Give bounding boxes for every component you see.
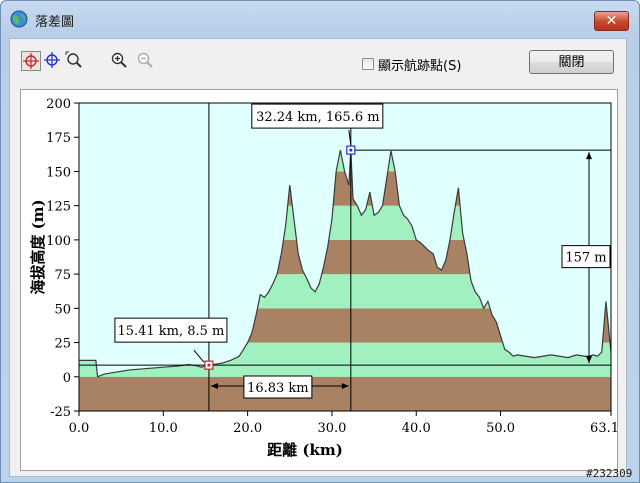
x-tick-label-5: 50.0 <box>486 421 515 436</box>
show-waypoints-label: 顯示航跡點(S) <box>378 58 462 74</box>
y-tick-label-6: 125 <box>46 200 71 215</box>
globe-icon <box>10 10 28 28</box>
marker-a-label: 15.41 km, 8.5 m <box>117 324 224 339</box>
x-tick-label-0: 0.0 <box>69 421 90 436</box>
y-tick-label-3: 50 <box>54 302 71 317</box>
y-tick-label-1: 0 <box>63 371 71 386</box>
zoom-out-tool[interactable] <box>136 51 156 71</box>
y-tick-label-4: 75 <box>54 268 71 283</box>
crosshair-blue-tool[interactable] <box>43 51 63 71</box>
marker-b-dot <box>349 148 353 152</box>
x-tick-label-3: 30.0 <box>317 421 346 436</box>
marker-a-dot <box>207 363 211 367</box>
x-tick-label-1: 10.0 <box>149 421 178 436</box>
y-tick-label-9: 200 <box>46 97 71 112</box>
zoom-region-icon <box>65 51 82 68</box>
y-tick-label-2: 25 <box>54 337 71 352</box>
marker-b-label: 32.24 km, 165.6 m <box>256 110 380 125</box>
watermark: #232309 <box>586 467 633 480</box>
window-title: 落差圖 <box>35 15 75 30</box>
height-diff-label: 157 m <box>565 251 606 266</box>
show-waypoints-checkbox[interactable] <box>362 58 374 70</box>
y-axis-label: 海拔高度 (m) <box>29 199 47 294</box>
crosshair-red-tool[interactable] <box>21 51 41 71</box>
chart-svg[interactable]: -25 0 25 50 75 100 125 150 175 200 0.0 10.0 20.0 30.0… <box>21 90 619 470</box>
profile-window: 落差圖 ✕ 顯示航跡點(S) 關閉 -25 0 25 50 75 100 125… <box>0 0 640 483</box>
title-bar[interactable]: 落差圖 ✕ <box>1 1 639 35</box>
zoom-region-tool[interactable] <box>65 51 85 71</box>
dialog-client: 顯示航跡點(S) 關閉 -25 0 25 50 75 100 125 150 175 200 0.0… <box>9 38 627 477</box>
x-axis-label: 距離 (km) <box>267 441 343 459</box>
x-tick-label-4: 40.0 <box>402 421 431 436</box>
zoom-out-icon <box>137 52 153 68</box>
zoom-in-tool[interactable] <box>110 51 130 71</box>
x-tick-label-2: 20.0 <box>233 421 262 436</box>
x-tick-label-6: 63.1 <box>590 421 617 436</box>
y-tick-label-8: 175 <box>46 131 71 146</box>
y-tick-label-5: 100 <box>46 234 71 249</box>
close-button[interactable]: 關閉 <box>529 50 614 74</box>
crosshair-red-icon <box>23 53 39 69</box>
y-tick-label-0: -25 <box>50 405 71 420</box>
crosshair-blue-icon <box>44 52 60 68</box>
elevation-chart[interactable]: -25 0 25 50 75 100 125 150 175 200 0.0 10.0 20.0 30.0… <box>20 89 619 471</box>
zoom-in-icon <box>111 52 127 68</box>
distance-label: 16.83 km <box>247 381 309 396</box>
show-waypoints-option[interactable]: 顯示航跡點(S) <box>362 56 462 74</box>
elevation-band-0 <box>79 376 611 411</box>
window-close-button[interactable]: ✕ <box>594 11 629 31</box>
y-tick-label-7: 150 <box>46 165 71 180</box>
